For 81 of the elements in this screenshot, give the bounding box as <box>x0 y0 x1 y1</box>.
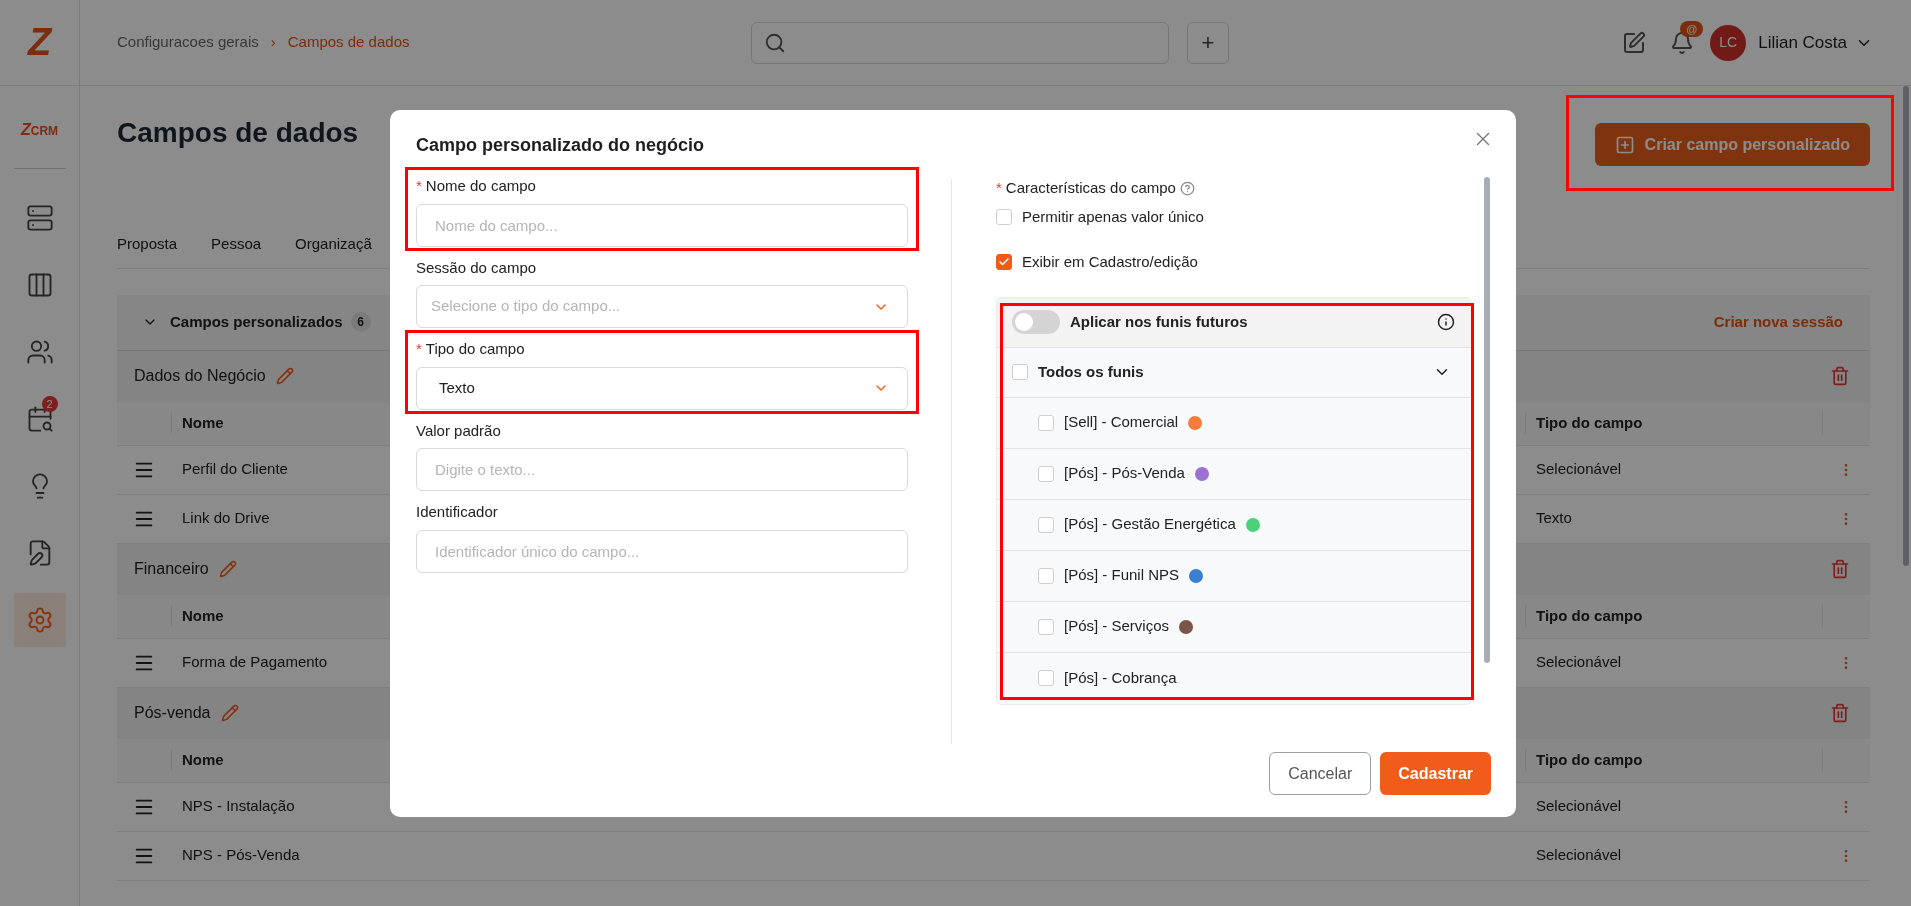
search-field[interactable] <box>751 21 1169 64</box>
checkbox-label[interactable]: Permitir apenas valor único <box>1022 205 1204 228</box>
input-field[interactable]: Nome do campo... <box>416 203 908 247</box>
breadcrumb-link[interactable]: Configuracoes gerais <box>117 31 259 54</box>
people-icon <box>25 338 54 366</box>
edit-icon[interactable] <box>218 560 237 578</box>
servers-icon <box>25 204 54 232</box>
notification-badge: @ <box>1680 20 1704 37</box>
sidebar-item[interactable]: 2 <box>13 392 66 446</box>
scrollbar[interactable] <box>1484 177 1490 663</box>
field-label: Identificador <box>416 502 498 522</box>
search-icon <box>764 31 786 54</box>
help-icon[interactable] <box>1179 180 1195 196</box>
toggle-switch[interactable] <box>1012 310 1060 334</box>
column-header: Tipo do campo <box>1525 604 1822 628</box>
edit-icon[interactable] <box>275 367 294 385</box>
field-label: * Características do campo <box>996 178 1176 198</box>
checkbox[interactable] <box>996 208 1012 225</box>
add-icon <box>1614 134 1635 155</box>
toggle-label: Aplicar nos funis futuros <box>1070 311 1248 332</box>
table-cell: Perfil do Cliente <box>182 460 288 478</box>
checkbox-label[interactable]: [Pós] - Funil NPS <box>1064 564 1180 587</box>
table-cell: Selecionável <box>1536 797 1622 815</box>
submit-button[interactable]: Cadastrar <box>1380 752 1491 795</box>
trash-icon[interactable] <box>1830 703 1850 723</box>
tab[interactable]: Pessoa <box>211 233 262 256</box>
checkbox[interactable] <box>1038 670 1054 686</box>
add-button[interactable]: + <box>1187 21 1229 64</box>
tab[interactable]: Proposta <box>117 233 178 256</box>
section-title: Campos personalizados <box>170 311 343 332</box>
tab[interactable]: Organizaçã <box>295 233 372 256</box>
checkbox[interactable] <box>1038 414 1054 431</box>
sidebar-item[interactable] <box>13 593 66 647</box>
modal-title: Campo personalizado do negócio <box>416 134 705 157</box>
page-title: Campos de dados <box>117 116 359 150</box>
table-cell: Texto <box>1536 509 1572 527</box>
table-cell: Selecionável <box>1536 460 1622 478</box>
breadcrumb-separator: › <box>270 32 276 53</box>
group-title: Pós-venda <box>134 703 211 723</box>
checkbox[interactable] <box>1038 516 1054 533</box>
count-badge: 2 <box>41 396 58 412</box>
checkbox-label[interactable]: Todos os funis <box>1038 360 1423 384</box>
table-cell: Selecionável <box>1536 846 1622 864</box>
input-field[interactable]: Digite o texto... <box>416 448 908 491</box>
trash-icon[interactable] <box>1830 559 1850 579</box>
checkbox-label[interactable]: [Pós] - Pós-Venda <box>1064 462 1185 485</box>
checkbox[interactable] <box>1038 465 1054 482</box>
user-avatar: LC <box>1710 24 1747 61</box>
field-label: Sessão do campo <box>416 257 537 278</box>
user-name[interactable]: Lilian Costa <box>1758 29 1847 56</box>
logo: Z <box>27 20 52 65</box>
cancel-button[interactable]: Cancelar <box>1269 752 1372 795</box>
table-cell: Link do Drive <box>182 509 270 527</box>
checkbox[interactable] <box>1012 364 1028 380</box>
brand-logo: ZCRM <box>20 120 59 140</box>
checkbox[interactable] <box>996 254 1012 271</box>
note-icon[interactable] <box>1622 30 1647 55</box>
info-icon[interactable] <box>1437 313 1455 331</box>
group-title: Dados do Negócio <box>134 366 266 386</box>
table-cell: Forma de Pagamento <box>182 653 328 671</box>
field-label: * Nome do campo <box>416 176 536 196</box>
checkbox-label[interactable]: Exibir em Cadastro/edição <box>1022 251 1198 274</box>
trash-icon[interactable] <box>1830 366 1850 386</box>
column-header: Tipo do campo <box>1525 748 1822 772</box>
scrollbar[interactable] <box>1903 86 1909 566</box>
count-badge: 6 <box>350 312 371 332</box>
breadcrumb-link[interactable]: Campos de dados <box>287 31 410 54</box>
checkbox[interactable] <box>1038 618 1054 635</box>
checkbox[interactable] <box>1038 567 1054 584</box>
field-label: * Tipo do campo <box>416 339 525 359</box>
checkbox-label[interactable]: [Sell] - Comercial <box>1064 411 1179 434</box>
column-header: Tipo do campo <box>1525 411 1822 435</box>
checkbox-label[interactable]: [Pós] - Gestão Energética <box>1064 513 1236 536</box>
edit-icon[interactable] <box>220 704 239 722</box>
table-cell: NPS - Instalação <box>182 797 295 815</box>
select-field[interactable]: Texto <box>416 366 908 410</box>
group-title: Financeiro <box>134 559 209 579</box>
input-field[interactable]: Identificador único do campo... <box>416 529 908 573</box>
checkbox-label[interactable]: [Pós] - Cobrança <box>1064 666 1177 690</box>
table-cell: NPS - Pós-Venda <box>182 846 300 864</box>
table-cell: Selecionável <box>1536 653 1622 671</box>
